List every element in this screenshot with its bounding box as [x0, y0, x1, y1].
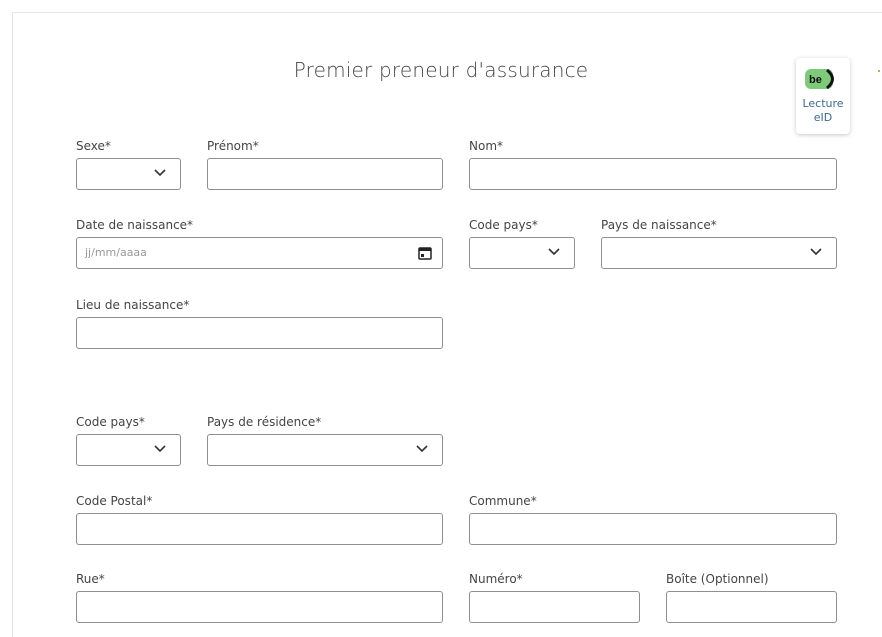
- chevron-down-icon: [154, 445, 166, 453]
- date-naissance-field[interactable]: jj/mm/aaaa: [76, 237, 443, 269]
- boite-label: Boîte (Optionnel): [666, 572, 769, 586]
- code-postal-label: Code Postal*: [76, 494, 153, 508]
- date-naissance-label: Date de naissance*: [76, 218, 194, 232]
- pays-naissance-select[interactable]: [601, 237, 837, 269]
- pays-naissance-label: Pays de naissance*: [601, 218, 717, 232]
- code-pays-residence-select[interactable]: [76, 434, 181, 466]
- code-pays-naissance-select[interactable]: [469, 237, 575, 269]
- code-pays-naissance-label: Code pays*: [469, 218, 538, 232]
- decorative-dot: [878, 70, 880, 72]
- boite-field[interactable]: [666, 591, 837, 623]
- eid-card-icon: be: [805, 68, 834, 90]
- code-postal-field[interactable]: [76, 513, 443, 545]
- code-pays-residence-label: Code pays*: [76, 415, 145, 429]
- lieu-naissance-label: Lieu de naissance*: [76, 298, 190, 312]
- sexe-select[interactable]: [76, 158, 181, 190]
- pays-residence-select[interactable]: [207, 434, 443, 466]
- chevron-down-icon: [416, 445, 428, 453]
- lieu-naissance-field[interactable]: [76, 317, 443, 349]
- numero-label: Numéro*: [469, 572, 523, 586]
- page-title: Premier preneur d'assurance: [293, 58, 589, 82]
- prenom-label: Prénom*: [207, 139, 259, 153]
- rue-field[interactable]: [76, 591, 443, 623]
- chevron-down-icon: [810, 248, 822, 256]
- eid-reader-button[interactable]: be Lecture eID: [796, 58, 850, 134]
- commune-label: Commune*: [469, 494, 537, 508]
- chevron-down-icon: [154, 169, 166, 177]
- nom-label: Nom*: [469, 139, 504, 153]
- sexe-label: Sexe*: [76, 139, 111, 153]
- rue-label: Rue*: [76, 572, 105, 586]
- pays-residence-label: Pays de résidence*: [207, 415, 322, 429]
- eid-label-line2: eID: [813, 111, 833, 124]
- calendar-icon[interactable]: [418, 246, 432, 260]
- eid-badge-text: be: [809, 74, 822, 86]
- prenom-field[interactable]: [207, 158, 443, 190]
- nom-field[interactable]: [469, 158, 837, 190]
- date-placeholder: jj/mm/aaaa: [85, 246, 147, 259]
- chevron-down-icon: [548, 248, 560, 256]
- eid-label-line1: Lecture: [802, 97, 844, 110]
- commune-field[interactable]: [469, 513, 837, 545]
- numero-field[interactable]: [469, 591, 640, 623]
